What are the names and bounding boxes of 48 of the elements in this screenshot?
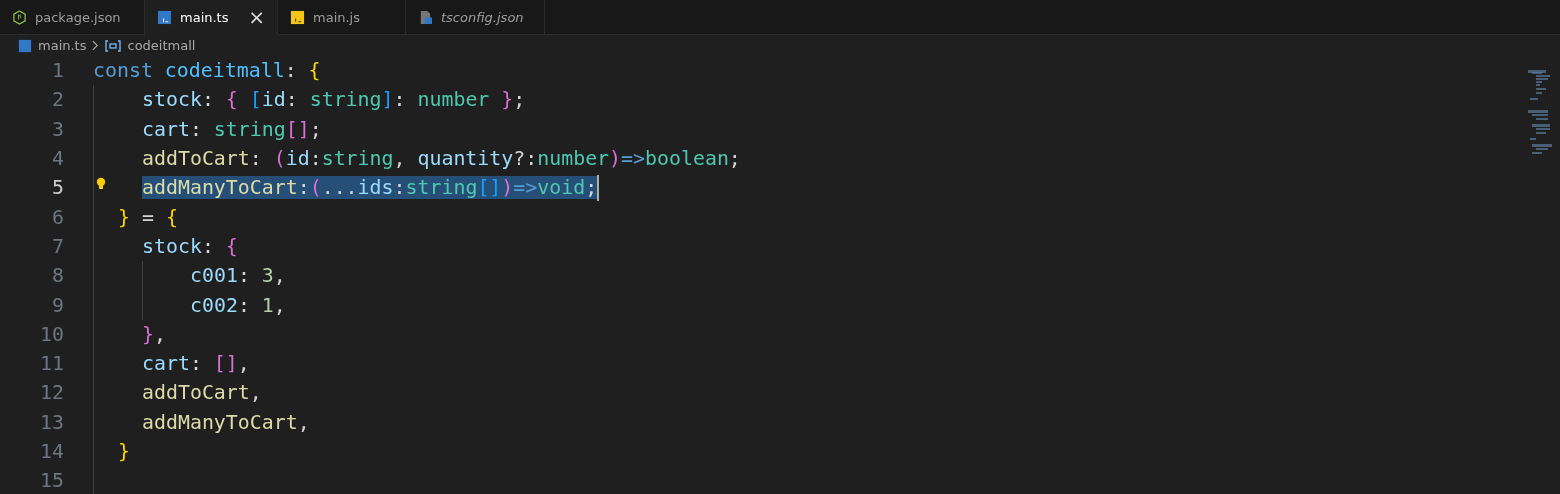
line-number: 2 [51,88,64,112]
line-number: 4 [51,147,64,171]
chevron-icon [92,40,100,51]
code-line: cart: [], [142,352,250,376]
ts-file-icon [18,38,32,53]
code-line: const codeitmall: { [93,59,321,83]
line-number: 15 [39,469,64,493]
editor-tab[interactable]: main.ts × [145,0,278,35]
close-button[interactable]: × [248,7,265,27]
hexagon-icon [12,9,27,25]
editor-tab[interactable]: package.json [0,0,145,35]
line-number: 9 [51,293,64,317]
ts-file-icon [157,9,172,25]
line-number: 5 [51,176,64,200]
breadcrumb-item[interactable]: codeitmall [127,38,196,53]
config-file-icon [418,9,433,25]
tab-label: main.ts [180,9,229,25]
editor-tab[interactable]: tsconfig.json [406,0,545,35]
line-number: 7 [51,234,64,258]
variable-icon [105,39,122,52]
tab-label: package.json [35,9,121,25]
line-number: 8 [51,264,64,288]
code-line: } = { [118,205,178,229]
line-number: 1 [51,59,64,83]
code-line: c002: 1, [190,293,286,317]
editor-tab[interactable]: main.js [278,0,406,35]
line-number: 14 [39,440,64,463]
code-line: addManyToCart, [142,410,310,434]
text-cursor [597,174,600,201]
code-line: }, [142,322,166,346]
code-line: addToCart, [142,381,262,405]
line-number: 13 [39,410,64,434]
code-line: stock: { [id: string]: number }; [142,88,526,112]
line-number: 12 [39,381,64,405]
js-file-icon [290,9,305,25]
code-line: } [118,440,130,463]
code-line: cart: string[]; [142,117,322,141]
tab-label: main.js [313,9,360,25]
line-number: 10 [39,322,64,346]
code-line: stock: { [142,234,238,258]
code-line: c001: 3, [190,264,286,288]
breadcrumb-item[interactable]: main.ts [38,38,87,53]
code-line: addToCart: (id:string, quantity?:number)=>boolean; [142,147,741,171]
line-number: 11 [39,352,64,376]
line-number: 3 [51,117,64,141]
line-number: 6 [51,205,64,229]
tab-label: tsconfig.json [441,9,524,25]
lightbulb-icon[interactable] [96,177,106,192]
